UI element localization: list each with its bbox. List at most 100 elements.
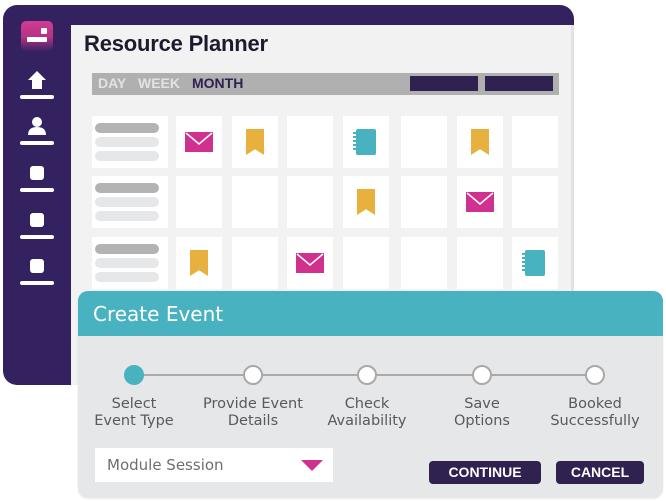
calendar-cell[interactable] [457, 116, 503, 168]
previous-button[interactable] [410, 76, 478, 91]
step-label-line: Options [454, 413, 510, 429]
step-label-line: Save [464, 396, 500, 412]
calendar-cell[interactable] [401, 116, 447, 168]
step-indicator[interactable] [585, 365, 605, 385]
step-indicator[interactable] [124, 365, 144, 385]
user-icon [28, 117, 46, 135]
nav-underline [20, 95, 54, 99]
step-label-line: Event Type [94, 413, 174, 429]
step-label: Select Event Type [78, 396, 199, 430]
continue-button[interactable]: CONTINUE [429, 461, 541, 484]
calendar-cell[interactable] [176, 176, 222, 228]
tab-week[interactable]: WEEK [138, 75, 180, 91]
event-type-value: Module Session [107, 456, 224, 474]
step-indicator[interactable] [357, 365, 377, 385]
calendar-cell[interactable] [457, 237, 503, 289]
sidebar-item-resource-3[interactable] [19, 253, 55, 287]
step-indicator[interactable] [472, 365, 492, 385]
page-title: Resource Planner [84, 31, 268, 56]
nav-underline [20, 235, 54, 239]
calendar-cell[interactable] [287, 237, 333, 289]
envelope-icon [296, 253, 324, 273]
step-label-line: Successfully [550, 413, 640, 429]
calendar-cell[interactable] [232, 116, 278, 168]
grid-row [92, 237, 558, 289]
placeholder-line [95, 137, 159, 147]
calendar-cell[interactable] [176, 116, 222, 168]
chevron-down-icon [301, 460, 323, 471]
calendar-cell[interactable] [287, 176, 333, 228]
nav-underline [20, 188, 54, 192]
bookmark-icon [190, 250, 208, 276]
placeholder-line [95, 258, 159, 268]
home-icon [28, 71, 46, 89]
step-label-line: Check [344, 396, 390, 412]
row-label [92, 237, 168, 289]
grid-row [92, 176, 558, 228]
calendar-cell[interactable] [232, 237, 278, 289]
calendar-cell[interactable] [343, 176, 389, 228]
bookmark-icon [471, 129, 489, 155]
dialog-header: Create Event [78, 291, 663, 336]
notebook-rings [353, 132, 358, 152]
next-button[interactable] [485, 76, 553, 91]
row-label [92, 176, 168, 228]
tab-day[interactable]: DAY [98, 75, 126, 91]
notebook-icon [522, 250, 545, 276]
calendar-cell[interactable] [287, 116, 333, 168]
calendar-cell[interactable] [176, 237, 222, 289]
envelope-icon [185, 132, 213, 152]
step-label-line: Booked [568, 396, 622, 412]
nav-underline [20, 281, 54, 285]
sidebar-item-home[interactable] [19, 67, 55, 101]
grid-row [92, 116, 558, 168]
row-label [92, 116, 168, 168]
notebook-icon [353, 129, 376, 155]
step-label-line: Select [111, 396, 157, 412]
notebook-rings [522, 253, 527, 273]
step-label-line: Details [227, 413, 279, 429]
logo-bar [27, 37, 47, 42]
step-label-line: Provide Event [203, 396, 303, 412]
placeholder-line [95, 197, 159, 207]
dialog-title: Create Event [93, 302, 224, 326]
nav-underline [20, 141, 54, 145]
calendar-cell[interactable] [401, 176, 447, 228]
step-label: Save Options [417, 396, 547, 430]
bookmark-icon [357, 189, 375, 215]
placeholder-line [95, 151, 159, 161]
tab-month[interactable]: MONTH [192, 75, 243, 91]
calendar-cell[interactable] [232, 176, 278, 228]
step-indicator[interactable] [243, 365, 263, 385]
calendar-cell[interactable] [343, 116, 389, 168]
step-label: Check Availability [302, 396, 432, 430]
calendar-cell[interactable] [457, 176, 503, 228]
step-label-line: Availability [327, 413, 407, 429]
logo-dot [41, 28, 47, 34]
sidebar [3, 5, 71, 385]
calendar-cell[interactable] [401, 237, 447, 289]
placeholder-line [95, 244, 159, 254]
bookmark-icon [246, 129, 264, 155]
sidebar-item-resource-2[interactable] [19, 207, 55, 241]
resource-icon [30, 213, 44, 227]
calendar-cell[interactable] [512, 116, 558, 168]
calendar-cell[interactable] [343, 237, 389, 289]
calendar-cell[interactable] [512, 237, 558, 289]
create-event-dialog: Create Event Select Event Type Provide Eve… [78, 291, 663, 498]
placeholder-line [95, 211, 159, 221]
app-logo-icon[interactable] [21, 21, 53, 51]
resource-icon [30, 259, 44, 273]
view-toolbar: DAY WEEK MONTH [92, 73, 559, 95]
step-label: Provide Event Details [188, 396, 318, 430]
event-type-select[interactable]: Module Session [95, 448, 333, 482]
step-label: Booked Successfully [530, 396, 660, 430]
cancel-button[interactable]: CANCEL [556, 461, 644, 484]
placeholder-line [95, 123, 159, 133]
sidebar-item-users[interactable] [19, 113, 55, 147]
sidebar-item-resource-1[interactable] [19, 160, 55, 194]
resource-icon [30, 166, 44, 180]
placeholder-line [95, 272, 159, 282]
calendar-cell[interactable] [512, 176, 558, 228]
placeholder-line [95, 183, 159, 193]
